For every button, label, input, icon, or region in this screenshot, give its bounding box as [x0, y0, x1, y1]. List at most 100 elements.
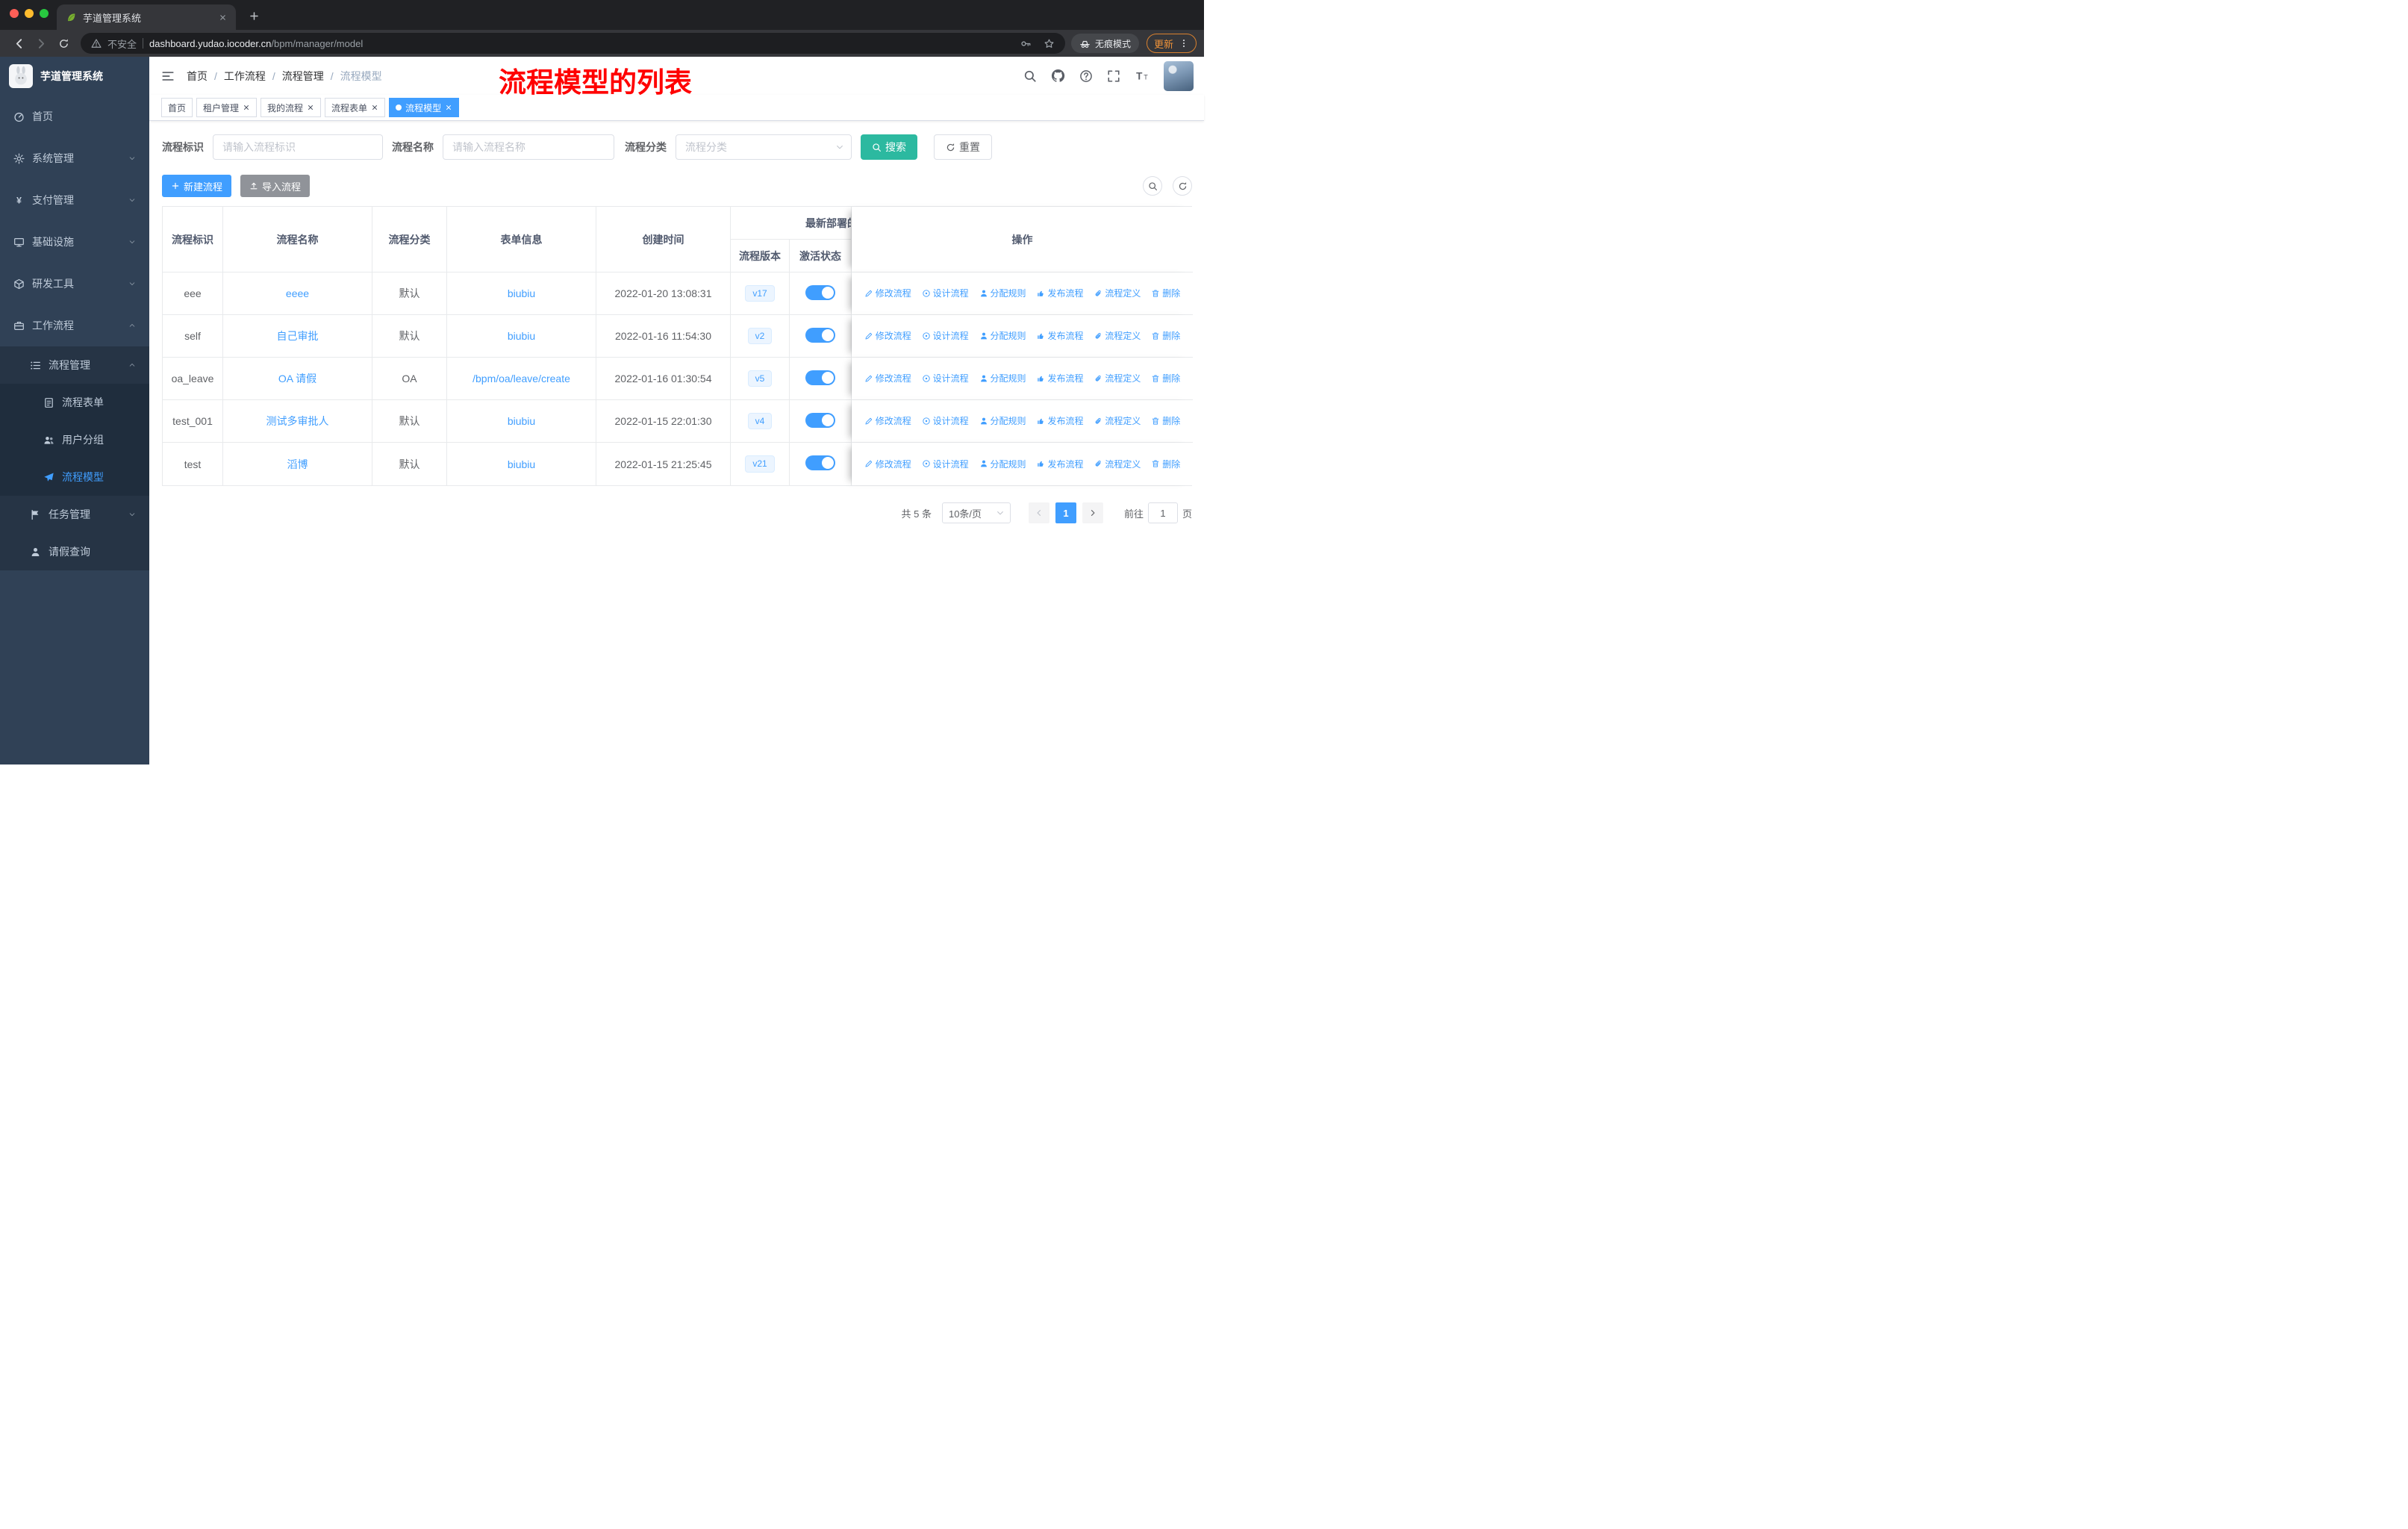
- tag-my-process[interactable]: 我的流程: [261, 98, 322, 117]
- op-design-link[interactable]: 设计流程: [922, 414, 969, 427]
- password-key-icon[interactable]: [1020, 38, 1032, 49]
- op-edit-link[interactable]: 修改流程: [864, 414, 911, 427]
- op-edit-link[interactable]: 修改流程: [864, 372, 911, 384]
- tag-process-form[interactable]: 流程表单: [325, 98, 386, 117]
- op-delete-link[interactable]: 删除: [1151, 458, 1180, 470]
- font-size-icon[interactable]: [1135, 69, 1150, 83]
- window-zoom-button[interactable]: [40, 9, 49, 18]
- op-design-link[interactable]: 设计流程: [922, 372, 969, 384]
- op-assign-rule-link[interactable]: 分配规则: [979, 458, 1026, 470]
- op-edit-link[interactable]: 修改流程: [864, 287, 911, 299]
- status-toggle[interactable]: [805, 327, 835, 343]
- app-logo[interactable]: 芋道管理系统: [0, 57, 149, 96]
- op-edit-link[interactable]: 修改流程: [864, 329, 911, 342]
- reload-button[interactable]: [52, 32, 75, 55]
- status-toggle[interactable]: [805, 284, 835, 300]
- op-delete-link[interactable]: 删除: [1151, 329, 1180, 342]
- op-assign-rule-link[interactable]: 分配规则: [979, 287, 1026, 299]
- fullscreen-icon[interactable]: [1107, 69, 1120, 83]
- form-info-link[interactable]: biubiu: [508, 415, 535, 427]
- sidebar-item-infrastructure[interactable]: 基础设施: [0, 221, 149, 263]
- reset-button[interactable]: 重置: [934, 134, 992, 160]
- status-toggle[interactable]: [805, 370, 835, 385]
- window-close-button[interactable]: [10, 9, 19, 18]
- browser-tab[interactable]: 芋道管理系统: [57, 4, 236, 30]
- op-design-link[interactable]: 设计流程: [922, 287, 969, 299]
- github-icon[interactable]: [1051, 69, 1065, 83]
- breadcrumb-workflow[interactable]: 工作流程: [224, 69, 266, 84]
- op-delete-link[interactable]: 删除: [1151, 414, 1180, 427]
- sidebar-item-process-management[interactable]: 流程管理: [0, 346, 149, 384]
- process-name-link[interactable]: 测试多审批人: [266, 415, 329, 427]
- process-name-link[interactable]: 自己审批: [277, 330, 319, 342]
- close-icon[interactable]: [371, 104, 378, 111]
- op-definition-link[interactable]: 流程定义: [1094, 287, 1141, 299]
- tab-close-icon[interactable]: [219, 13, 227, 22]
- close-icon[interactable]: [307, 104, 314, 111]
- op-publish-link[interactable]: 发布流程: [1036, 458, 1083, 470]
- op-assign-rule-link[interactable]: 分配规则: [979, 329, 1026, 342]
- op-definition-link[interactable]: 流程定义: [1094, 458, 1141, 470]
- status-toggle[interactable]: [805, 455, 835, 470]
- tag-home[interactable]: 首页: [161, 98, 193, 117]
- form-info-link[interactable]: biubiu: [508, 287, 535, 299]
- bookmark-star-icon[interactable]: [1044, 38, 1055, 49]
- breadcrumb-process-management[interactable]: 流程管理: [282, 69, 324, 84]
- refresh-table-button[interactable]: [1173, 176, 1192, 196]
- forward-button[interactable]: [30, 32, 52, 55]
- create-process-button[interactable]: 新建流程: [162, 175, 232, 197]
- breadcrumb-home[interactable]: 首页: [187, 69, 208, 84]
- user-avatar[interactable]: [1164, 60, 1194, 91]
- page-number-button[interactable]: 1: [1055, 502, 1076, 523]
- page-size-select[interactable]: 10条/页: [941, 502, 1011, 523]
- back-button[interactable]: [7, 32, 30, 55]
- sidebar-item-system[interactable]: 系统管理: [0, 137, 149, 179]
- sidebar-item-leave-query[interactable]: 请假查询: [0, 533, 149, 570]
- sidebar-toggle-button[interactable]: [149, 57, 187, 95]
- form-info-link[interactable]: biubiu: [508, 330, 535, 342]
- status-toggle[interactable]: [805, 412, 835, 428]
- process-name-link[interactable]: 滔博: [287, 458, 308, 470]
- op-definition-link[interactable]: 流程定义: [1094, 372, 1141, 384]
- sidebar-item-workflow[interactable]: 工作流程: [0, 305, 149, 346]
- process-name-link[interactable]: eeee: [286, 287, 309, 299]
- op-design-link[interactable]: 设计流程: [922, 458, 969, 470]
- goto-page-input[interactable]: [1147, 502, 1178, 523]
- update-button[interactable]: 更新: [1146, 34, 1197, 53]
- process-name-input[interactable]: [443, 134, 614, 160]
- sidebar-item-task-management[interactable]: 任务管理: [0, 496, 149, 533]
- window-minimize-button[interactable]: [25, 9, 34, 18]
- sidebar-item-payment[interactable]: 支付管理: [0, 179, 149, 221]
- sidebar-item-user-group[interactable]: 用户分组: [0, 421, 149, 458]
- toggle-search-button[interactable]: [1143, 176, 1162, 196]
- help-icon[interactable]: [1079, 69, 1093, 83]
- process-name-link[interactable]: OA 请假: [278, 373, 316, 384]
- search-button[interactable]: 搜索: [861, 134, 917, 160]
- new-tab-button[interactable]: [243, 5, 264, 26]
- op-publish-link[interactable]: 发布流程: [1036, 329, 1083, 342]
- op-definition-link[interactable]: 流程定义: [1094, 329, 1141, 342]
- op-delete-link[interactable]: 删除: [1151, 372, 1180, 384]
- tag-tenant-management[interactable]: 租户管理: [196, 98, 258, 117]
- tag-process-model[interactable]: 流程模型: [389, 98, 460, 117]
- op-assign-rule-link[interactable]: 分配规则: [979, 414, 1026, 427]
- process-key-input[interactable]: [213, 134, 383, 160]
- op-publish-link[interactable]: 发布流程: [1036, 287, 1083, 299]
- sidebar-item-home[interactable]: 首页: [0, 96, 149, 137]
- form-info-link[interactable]: /bpm/oa/leave/create: [472, 373, 570, 384]
- process-category-select[interactable]: 流程分类: [676, 134, 852, 160]
- op-publish-link[interactable]: 发布流程: [1036, 372, 1083, 384]
- address-bar[interactable]: 不安全 dashboard.yudao.iocoder.cn/bpm/manag…: [81, 33, 1065, 54]
- close-icon[interactable]: [243, 104, 250, 111]
- form-info-link[interactable]: biubiu: [508, 458, 535, 470]
- op-publish-link[interactable]: 发布流程: [1036, 414, 1083, 427]
- search-icon[interactable]: [1023, 69, 1037, 83]
- sidebar-item-devtools[interactable]: 研发工具: [0, 263, 149, 305]
- op-definition-link[interactable]: 流程定义: [1094, 414, 1141, 427]
- import-process-button[interactable]: 导入流程: [240, 175, 311, 197]
- close-icon[interactable]: [445, 104, 452, 111]
- next-page-button[interactable]: [1082, 502, 1103, 523]
- op-edit-link[interactable]: 修改流程: [864, 458, 911, 470]
- op-assign-rule-link[interactable]: 分配规则: [979, 372, 1026, 384]
- op-design-link[interactable]: 设计流程: [922, 329, 969, 342]
